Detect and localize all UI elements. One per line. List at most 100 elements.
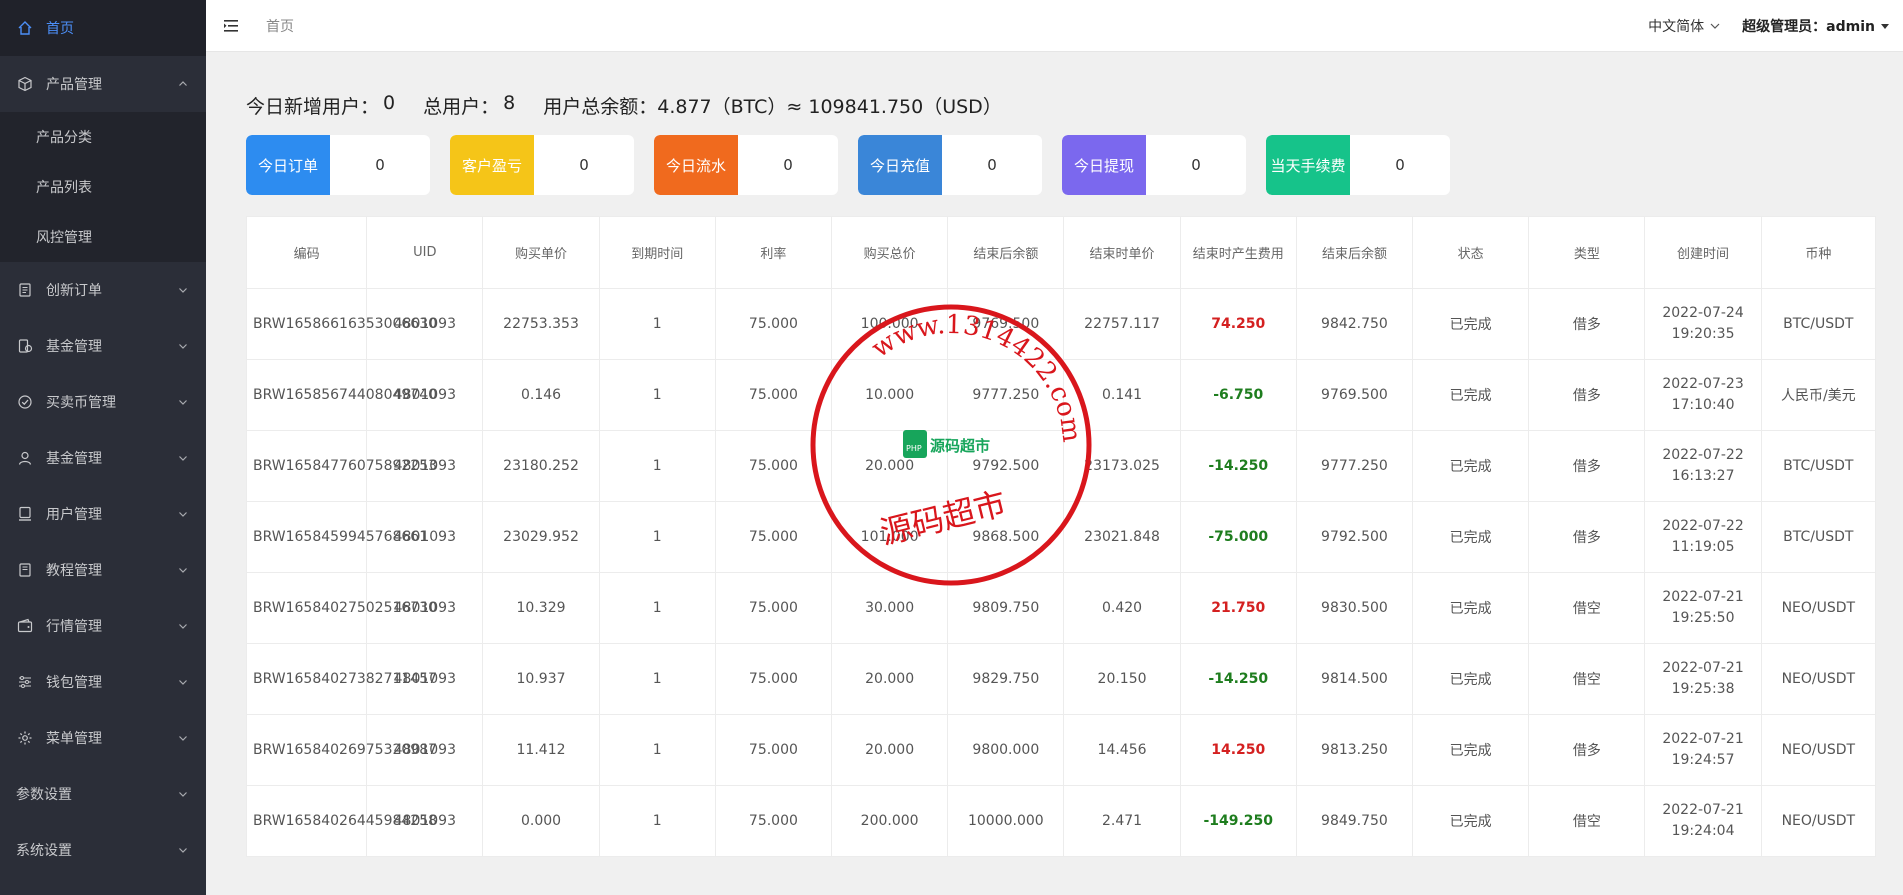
stat-card[interactable]: 客户盈亏 0 bbox=[450, 135, 634, 195]
table-cell: 9769.500 bbox=[947, 288, 1065, 360]
new-users-value: 0 bbox=[383, 92, 396, 114]
chevron-down-icon bbox=[1710, 21, 1720, 31]
language-select[interactable]: 中文简体 bbox=[1648, 16, 1720, 36]
sidebar-item-5[interactable]: 基金管理 bbox=[0, 430, 206, 486]
table-cell: 借多 bbox=[1528, 288, 1646, 360]
stat-card-label: 今日订单 bbox=[246, 135, 330, 195]
sidebar-item-8[interactable]: 行情管理 bbox=[0, 598, 206, 654]
user-icon bbox=[16, 449, 34, 467]
sidebar-item-3[interactable]: 基金管理 bbox=[0, 318, 206, 374]
stat-card[interactable]: 今日充值 0 bbox=[858, 135, 1042, 195]
table-cell: BRW16584027382711457 bbox=[245, 643, 437, 715]
table-cell: 已完成 bbox=[1412, 359, 1530, 431]
table-cell: 1 bbox=[598, 785, 716, 857]
column-header: 编码 bbox=[245, 216, 368, 289]
sidebar-item-6[interactable]: 用户管理 bbox=[0, 486, 206, 542]
table-cell: 10.329 bbox=[482, 572, 600, 644]
column-header: UID bbox=[366, 216, 484, 289]
column-header: 购买单价 bbox=[482, 216, 600, 289]
table-cell: 100.000 bbox=[831, 288, 949, 360]
balance-label: 用户总余额： bbox=[543, 96, 658, 118]
stat-card[interactable]: 今日订单 0 bbox=[246, 135, 430, 195]
check-circle-icon bbox=[16, 393, 34, 411]
chevron-down-icon bbox=[178, 453, 188, 463]
table-cell: 借多 bbox=[1528, 501, 1646, 573]
stat-card[interactable]: 今日提现 0 bbox=[1062, 135, 1246, 195]
table-cell: 74.250 bbox=[1179, 288, 1297, 360]
sidebar-item-12[interactable]: 系统设置 bbox=[0, 822, 206, 878]
table-cell: 1 bbox=[598, 430, 716, 502]
language-label: 中文简体 bbox=[1648, 19, 1705, 35]
stat-card[interactable]: 今日流水 0 bbox=[654, 135, 838, 195]
breadcrumb[interactable]: 首页 bbox=[266, 16, 294, 36]
sidebar-item-4[interactable]: 买卖币管理 bbox=[0, 374, 206, 430]
stat-card[interactable]: 当天手续费 0 bbox=[1266, 135, 1450, 195]
stat-card-label: 今日流水 bbox=[654, 135, 738, 195]
table-cell: -149.250 bbox=[1179, 785, 1297, 857]
sidebar-item-11[interactable]: 参数设置 bbox=[0, 766, 206, 822]
table-cell: NEO/USDT bbox=[1760, 643, 1877, 715]
sidebar-subitem-2[interactable]: 风控管理 bbox=[0, 212, 206, 262]
sidebar-item-0[interactable]: 首页 bbox=[0, 0, 206, 56]
column-header: 购买总价 bbox=[831, 216, 949, 289]
table-cell: BRW16584776075892253 bbox=[245, 430, 437, 502]
stat-card-value: 0 bbox=[783, 156, 793, 174]
sidebar-item-9[interactable]: 钱包管理 bbox=[0, 654, 206, 710]
table-cell: 2.471 bbox=[1063, 785, 1181, 857]
table-cell: NEO/USDT bbox=[1760, 572, 1877, 644]
column-header: 利率 bbox=[714, 216, 833, 289]
table-cell: BTC/USDT bbox=[1760, 430, 1877, 502]
table-cell: 10000.000 bbox=[947, 785, 1065, 857]
table-cell: 借多 bbox=[1528, 430, 1646, 502]
table-row: BRW16584027382711457 4801093 10.937 1 75.000… bbox=[245, 643, 1877, 715]
sidebar-item-2[interactable]: 创新订单 bbox=[0, 262, 206, 318]
table-cell: BRW16584026975320987 bbox=[245, 714, 437, 786]
table-cell: 75.000 bbox=[714, 572, 833, 644]
balance-value: 4.877（BTC）≈ 109841.750（USD） bbox=[657, 96, 1002, 118]
table-cell: 9777.250 bbox=[947, 359, 1065, 431]
top-header: 首页 中文简体 超级管理员：admin bbox=[206, 0, 1903, 52]
table-cell: 借空 bbox=[1528, 572, 1646, 644]
column-header: 结束后余额 bbox=[947, 216, 1065, 289]
sliders-icon bbox=[16, 673, 34, 691]
table-cell: 9792.500 bbox=[947, 430, 1065, 502]
chevron-down-icon bbox=[178, 845, 188, 855]
table-header-row: 编码 UID 购买单价 到期时间 利率 购买总价 结束后余额 结束时单价 结束时产生费用 结束后余… bbox=[245, 216, 1877, 289]
table-cell: 23021.848 bbox=[1063, 501, 1181, 573]
table-cell: 10.000 bbox=[831, 359, 949, 431]
chevron-down-icon bbox=[178, 509, 188, 519]
home-icon bbox=[16, 19, 34, 37]
sidebar-item-10[interactable]: 菜单管理 bbox=[0, 710, 206, 766]
table-cell: 已完成 bbox=[1412, 785, 1530, 857]
table-cell: 人民币/美元 bbox=[1760, 359, 1877, 431]
table-cell: 9809.750 bbox=[947, 572, 1065, 644]
chevron-down-icon bbox=[178, 789, 188, 799]
table-cell: 75.000 bbox=[714, 359, 833, 431]
table-cell: 2022-07-21 19:25:50 bbox=[1644, 572, 1762, 644]
table-cell: -14.250 bbox=[1179, 430, 1297, 502]
table-cell: BRW16584027502516730 bbox=[245, 572, 437, 644]
table-cell: 20.000 bbox=[831, 643, 949, 715]
user-menu[interactable]: 超级管理员：admin bbox=[1742, 16, 1889, 36]
table-cell: 2022-07-21 19:24:04 bbox=[1644, 785, 1762, 857]
sidebar-item-1[interactable]: 产品管理 bbox=[0, 56, 206, 112]
stat-card-value: 0 bbox=[579, 156, 589, 174]
sidebar-item-label: 创新订单 bbox=[46, 283, 102, 299]
table-row: BRW16584776075892253 4801093 23180.252 1 75.… bbox=[245, 430, 1877, 502]
table-cell: 已完成 bbox=[1412, 501, 1530, 573]
column-header: 创建时间 bbox=[1644, 216, 1762, 289]
sidebar-item-7[interactable]: 教程管理 bbox=[0, 542, 206, 598]
fund-icon bbox=[16, 337, 34, 355]
table-cell: -6.750 bbox=[1179, 359, 1297, 431]
table-cell: 20.000 bbox=[831, 430, 949, 502]
sidebar-subitem-0[interactable]: 产品分类 bbox=[0, 112, 206, 162]
table-cell: 101.000 bbox=[831, 501, 949, 573]
sidebar-item-label: 产品管理 bbox=[46, 77, 102, 93]
menu-toggle-icon[interactable] bbox=[222, 17, 240, 35]
table-cell: 2022-07-23 17:10:40 bbox=[1644, 359, 1762, 431]
total-users-label: 总用户： bbox=[423, 96, 500, 118]
sidebar-subitem-1[interactable]: 产品列表 bbox=[0, 162, 206, 212]
table-cell: 1 bbox=[598, 288, 716, 360]
table-cell: 借多 bbox=[1528, 714, 1646, 786]
table-cell: 20.150 bbox=[1063, 643, 1181, 715]
